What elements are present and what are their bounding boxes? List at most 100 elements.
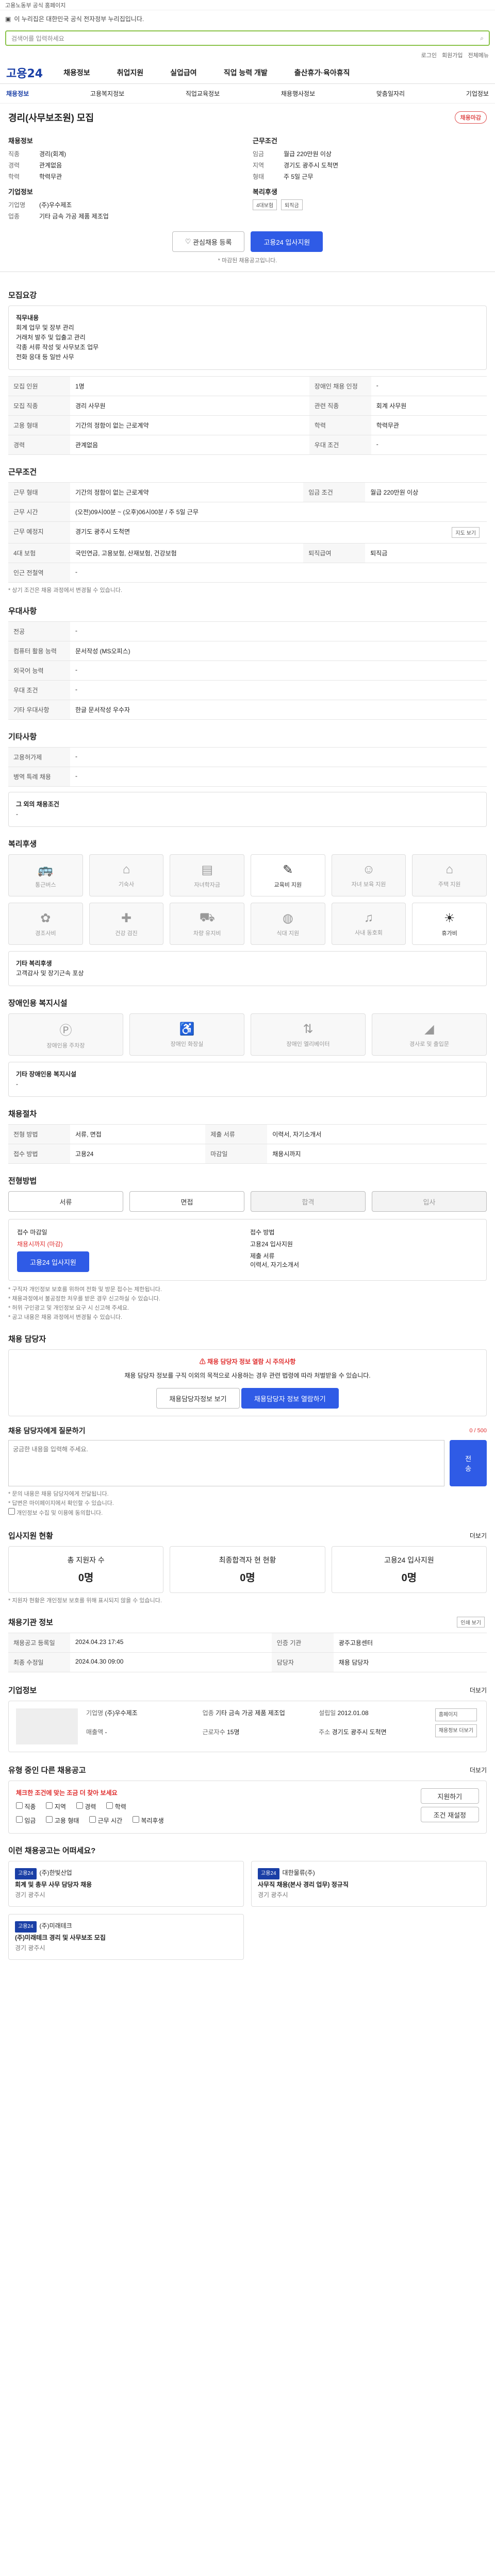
section-title: 복리후생 xyxy=(8,840,37,849)
interest-button[interactable]: ♡ 관심채용 등록 xyxy=(172,231,245,252)
job-title: 경리(사무보조원) 모집 xyxy=(8,113,94,123)
apply-now-button[interactable]: 고용24 입사지원 xyxy=(17,1251,89,1272)
stat-card: 최종합격자 현 현황 0명 xyxy=(170,1546,325,1593)
duty-line: 회계 업무 및 장부 관리 xyxy=(16,324,74,331)
step-item: 면접 xyxy=(129,1191,244,1212)
nav-item-training[interactable]: 직업 능력 개발 xyxy=(224,67,268,78)
nav-item-leave[interactable]: 출산휴가·육아휴직 xyxy=(294,67,350,78)
search-input[interactable]: 검색어를 입력하세요 ⌕ xyxy=(5,30,490,46)
more-jobs-button[interactable]: 채용정보 더보기 xyxy=(435,1724,477,1737)
disabled-card: Ⓟ 장애인용 주차장 xyxy=(8,1013,123,1056)
other-extra: - xyxy=(16,810,18,818)
condition-table: 근무 형태 기간의 정함이 없는 근로계약 임금 조건 월급 220만원 이상 근무 … xyxy=(8,482,487,583)
table-header: 우대 조건 xyxy=(8,680,70,700)
duty-box: 직무내용 회계 업무 및 장부 관리 거래처 발주 및 입출고 관리 각종 서류… xyxy=(8,306,487,370)
parking-icon: Ⓟ xyxy=(59,1023,72,1038)
welfare-card: ⛟ 차량 유지비 xyxy=(170,903,244,945)
table-cell: 국민연금, 고용보험, 산재보험, 건강보험 xyxy=(70,543,304,563)
kv-value: 주 5일 근무 xyxy=(284,173,314,180)
kv-key: 학력 xyxy=(8,173,20,180)
agree-checkbox[interactable] xyxy=(8,1508,15,1515)
util-links: 로그인 회원가입 전체메뉴 xyxy=(0,49,495,61)
other-box: 그 외의 채용조건 - xyxy=(8,792,487,827)
subnav-item[interactable]: 채용행사정보 xyxy=(281,89,315,98)
recruit-title: 채용정보 xyxy=(8,137,33,145)
similar-apply-button[interactable]: 지원하기 xyxy=(420,1788,479,1804)
all-menu-link[interactable]: 전체메뉴 xyxy=(468,51,489,59)
welfare-card: 🚌 통근버스 xyxy=(8,854,83,896)
welfare-card: ☀ 휴가비 xyxy=(412,903,487,945)
gift-icon: ✿ xyxy=(40,911,51,925)
table-header: 장애인 채용 인정 xyxy=(309,376,371,396)
global-nav: 고용24 채용정보 취업지원 실업급여 직업 능력 개발 출산휴가·육아휴직 xyxy=(0,61,495,84)
table-header: 고용허가제 xyxy=(8,747,70,767)
apply-deadline-label: 접수 마감일 xyxy=(17,1229,47,1236)
other-extra-title: 그 외의 채용조건 xyxy=(16,801,59,808)
work-title: 근무조건 xyxy=(253,137,277,145)
table-header: 모집 인원 xyxy=(8,376,70,396)
table-header: 4대 보험 xyxy=(8,543,70,563)
table-cell: 학력무관 xyxy=(371,415,487,435)
subnav-item[interactable]: 직업교육정보 xyxy=(186,89,220,98)
kv-value: 월급 220만원 이상 xyxy=(284,150,332,158)
section-title: 기타사항 xyxy=(8,733,37,741)
login-link[interactable]: 로그인 xyxy=(421,51,437,59)
subnav-item[interactable]: 채용정보 xyxy=(6,89,29,98)
homepage-button[interactable]: 홈페이지 xyxy=(435,1708,477,1721)
map-button[interactable]: 지도 보기 xyxy=(452,527,480,538)
kv-key: 지역 xyxy=(253,162,265,169)
gov-notice-text: 이 누리집은 대한민국 공식 전자정부 누리집입니다. xyxy=(14,15,144,23)
benefit-tag: 4대보험 xyxy=(253,199,277,210)
site-logo[interactable]: 고용24 xyxy=(6,64,43,81)
nav-item-support[interactable]: 취업지원 xyxy=(117,67,144,78)
inquiry-textarea[interactable] xyxy=(8,1440,445,1486)
duty-line: 전화 응대 등 일반 사무 xyxy=(16,353,74,361)
contact-open-button[interactable]: 채용담당자 정보 열람하기 xyxy=(241,1388,339,1409)
search-icon[interactable]: ⌕ xyxy=(480,35,484,42)
reco-card[interactable]: 고용24 대한물류(주) 사무직 채용(본사 경리 업무) 정규직 경기 광주시 xyxy=(251,1861,487,1907)
section-title: 기업정보 xyxy=(8,1686,37,1695)
stats-grid: 총 지원자 수 0명 최종합격자 현 현황 0명 고용24 입사지원 0명 xyxy=(8,1546,487,1593)
more-link[interactable]: 더보기 xyxy=(470,1686,487,1694)
signup-link[interactable]: 회원가입 xyxy=(442,51,463,59)
sub-nav: 채용정보 고용복지정보 직업교육정보 채용행사정보 맞춤일자리 기업정보 xyxy=(0,84,495,104)
table-header: 근무 예정지 xyxy=(8,521,70,544)
step-row: 서류 면접 합격 입사 xyxy=(8,1191,487,1212)
welfare-card: ⌂ 기숙사 xyxy=(89,854,164,896)
house-icon: ⌂ xyxy=(122,862,130,876)
table-cell: 관계없음 xyxy=(70,435,309,455)
subnav-item[interactable]: 맞춤일자리 xyxy=(376,89,405,98)
stats-note: * 지원자 현황은 개인정보 보호를 위해 표시되지 않을 수 있습니다. xyxy=(8,1598,162,1604)
kv-key: 형태 xyxy=(253,173,265,180)
nav-item-jobs[interactable]: 채용정보 xyxy=(63,67,90,78)
subnav-item[interactable]: 고용복지정보 xyxy=(90,89,124,98)
table-header: 컴퓨터 활용 능력 xyxy=(8,641,70,661)
table-header: 관련 직종 xyxy=(309,396,371,416)
reco-card[interactable]: 고용24 (주)한빛산업 회계 및 총무 사무 담당자 채용 경기 광주시 xyxy=(8,1861,244,1907)
reco-grid: 고용24 (주)한빛산업 회계 및 총무 사무 담당자 채용 경기 광주시 고용24 대… xyxy=(8,1861,487,1960)
kv-value: (주)우수제조 xyxy=(39,201,72,209)
contact-view-button[interactable]: 채용담당자정보 보기 xyxy=(156,1388,240,1409)
duty-line: 각종 서류 작성 및 사무보조 업무 xyxy=(16,344,99,351)
kv-value: 경기도 광주시 도척면 xyxy=(284,162,339,169)
similar-reset-button[interactable]: 조건 재설정 xyxy=(420,1807,479,1822)
more-link[interactable]: 더보기 xyxy=(470,1531,487,1540)
apply-box: 접수 마감일 채용시까지 (마감) 고용24 입사지원 접수 방법 고용24 입… xyxy=(8,1219,487,1281)
table-cell: - xyxy=(70,660,487,681)
table-header: 임금 조건 xyxy=(303,482,366,502)
welfare-card: ⌂ 주택 지원 xyxy=(412,854,487,896)
table-header: 외국어 능력 xyxy=(8,660,70,681)
apply-button[interactable]: 고용24 입사지원 xyxy=(251,231,323,252)
inquiry-submit-button[interactable]: 전송 xyxy=(450,1440,487,1486)
more-link[interactable]: 더보기 xyxy=(470,1766,487,1774)
stat-card: 고용24 입사지원 0명 xyxy=(331,1546,487,1593)
reco-card[interactable]: 고용24 (주)미래테크 (주)미래테크 경리 및 사무보조 모집 경기 광주시 xyxy=(8,1914,244,1960)
section-title: 채용절차 xyxy=(8,1110,37,1118)
ramp-icon: ◢ xyxy=(424,1022,434,1036)
prefer-table: 전공 - 컴퓨터 활용 능력 문서작성 (MS오피스) 외국어 능력 - 우대 조건 -… xyxy=(8,621,487,720)
nav-item-benefit[interactable]: 실업급여 xyxy=(170,67,197,78)
print-button[interactable]: 인쇄 보기 xyxy=(457,1617,485,1628)
section-title: 이런 채용공고는 어떠세요? xyxy=(8,1846,96,1855)
subnav-item[interactable]: 기업정보 xyxy=(466,89,489,98)
job-header: 경리(사무보조원) 모집 채용마감 채용정보 직종 경리(회계) 경력 관계없음 학력… xyxy=(0,104,495,272)
